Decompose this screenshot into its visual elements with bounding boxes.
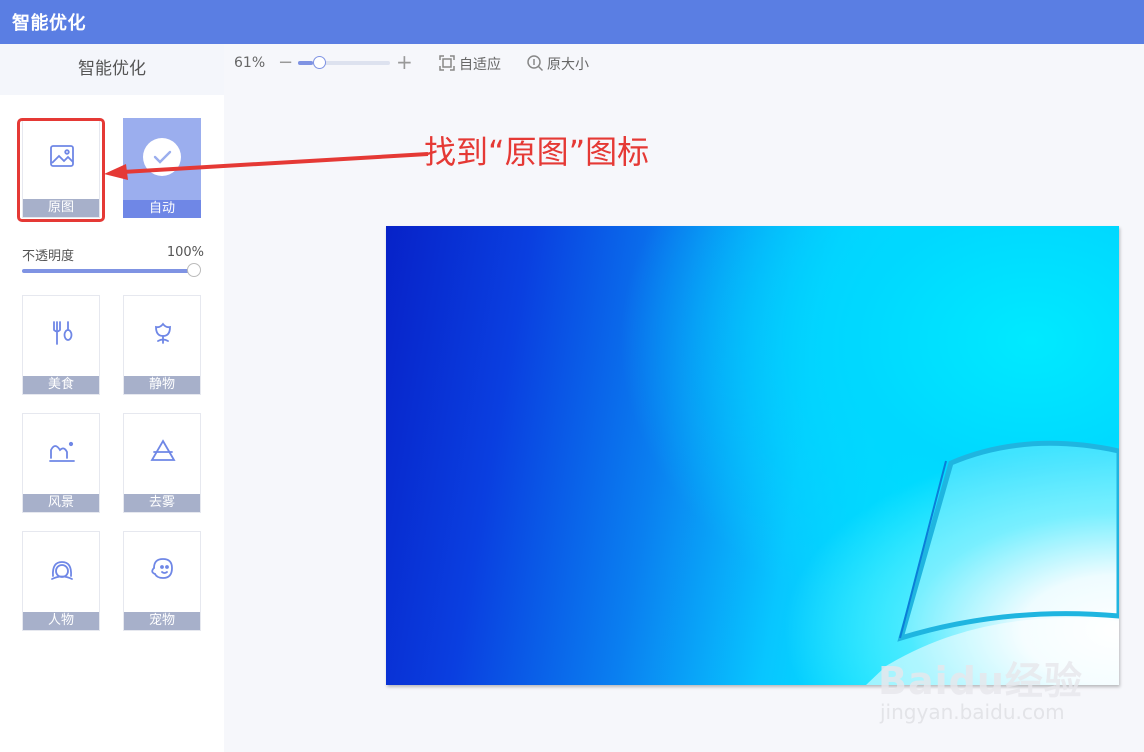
person-icon <box>47 554 77 584</box>
preview-image-shape <box>866 440 1119 685</box>
zoom-level: 61% <box>234 55 266 71</box>
fit-button[interactable]: 自适应 <box>438 54 501 74</box>
tile-landscape[interactable]: 风景 <box>22 413 100 513</box>
actual-size-button[interactable]: 原大小 <box>526 54 589 74</box>
tile-label: 自动 <box>123 200 201 218</box>
opacity-value: 100% <box>166 245 204 260</box>
app-title: 智能优化 <box>12 13 86 34</box>
tile-food[interactable]: 美食 <box>22 295 100 395</box>
opacity-slider-track[interactable] <box>22 269 194 273</box>
fork-spoon-icon <box>47 318 77 348</box>
watermark-logo: Baidu经验 <box>878 659 1083 703</box>
preview-image <box>386 226 1119 685</box>
triangle-haze-icon <box>148 436 178 466</box>
opacity-slider-handle[interactable] <box>187 263 201 277</box>
tile-dehaze[interactable]: 去雾 <box>123 413 201 513</box>
actual-size-label: 原大小 <box>547 57 589 73</box>
tile-label: 原图 <box>23 199 99 217</box>
tile-label: 美食 <box>23 376 99 394</box>
tile-still-life[interactable]: 静物 <box>123 295 201 395</box>
tile-label: 宠物 <box>124 612 200 630</box>
opacity-control: 不透明度 100% <box>22 245 204 281</box>
annotation-text: 找到“原图”图标 <box>424 133 650 171</box>
tile-label: 去雾 <box>124 494 200 512</box>
opacity-label: 不透明度 <box>22 249 75 264</box>
toolbar: 61% − + 自适应 原大小 <box>224 44 1144 84</box>
sidebar-header: 智能优化 <box>0 44 224 95</box>
title-bar: 智能优化 <box>0 0 1144 44</box>
annotation-arrow <box>104 152 429 180</box>
tile-pet[interactable]: 宠物 <box>123 531 201 631</box>
zoom-slider-fill <box>298 61 313 65</box>
tile-label: 风景 <box>23 494 99 512</box>
mountain-sun-icon <box>47 436 77 466</box>
zoom-in-button[interactable]: + <box>396 50 413 74</box>
tile-label: 人物 <box>23 612 99 630</box>
image-icon <box>47 141 77 171</box>
fit-screen-icon <box>439 55 455 71</box>
fit-label: 自适应 <box>459 57 501 73</box>
watermark-url: jingyan.baidu.com <box>880 700 1065 724</box>
zoom-slider-handle[interactable] <box>312 56 326 69</box>
pet-face-icon <box>148 554 178 584</box>
tile-original[interactable]: 原图 <box>22 118 100 218</box>
tile-label: 静物 <box>124 376 200 394</box>
tile-portrait[interactable]: 人物 <box>22 531 100 631</box>
zoom-out-button[interactable]: − <box>278 52 293 73</box>
flower-icon <box>148 318 178 348</box>
zoom-slider-track[interactable] <box>298 56 390 69</box>
magnifier-icon <box>527 55 544 72</box>
